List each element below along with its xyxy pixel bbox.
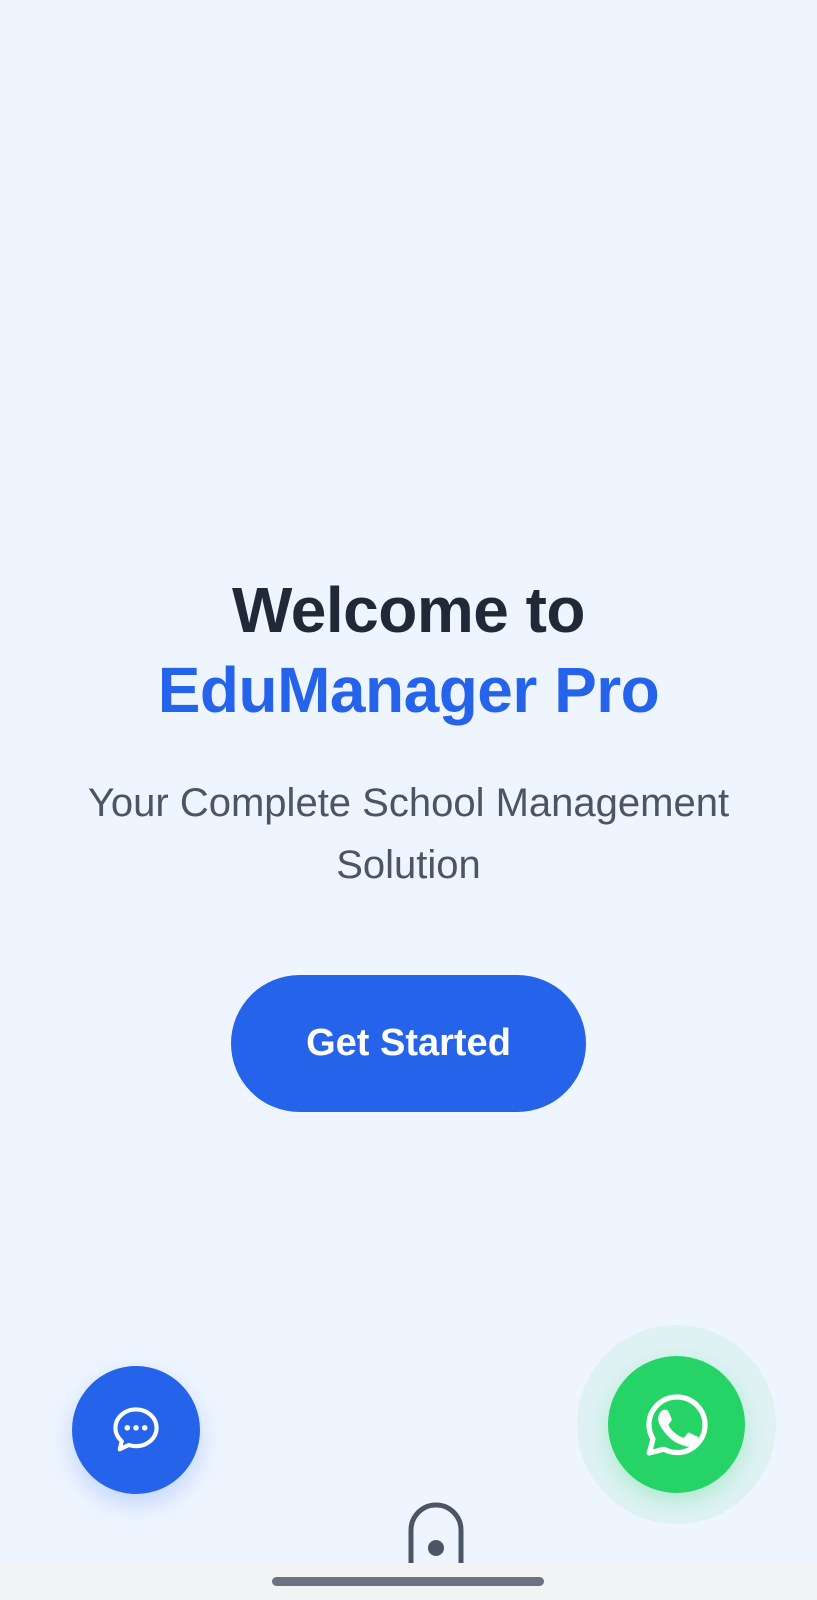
chat-fab-button[interactable] (72, 1366, 200, 1494)
home-indicator[interactable] (272, 1577, 544, 1586)
welcome-heading: Welcome to (232, 574, 586, 646)
get-started-button[interactable]: Get Started (231, 975, 586, 1112)
whatsapp-icon (645, 1393, 708, 1456)
chat-bubble-icon (113, 1407, 159, 1452)
welcome-hero: Welcome to EduManager Pro Your Complete … (0, 570, 817, 896)
cursor-indicator-icon (408, 1502, 464, 1564)
brand-name-heading: EduManager Pro (157, 654, 660, 726)
tagline: Your Complete School Management Solution (87, 781, 730, 887)
whatsapp-fab-button[interactable] (608, 1356, 745, 1493)
